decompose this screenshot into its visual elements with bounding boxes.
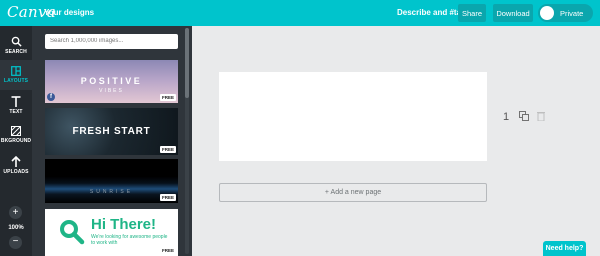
text-icon [11, 95, 21, 107]
free-badge: FREE [159, 194, 176, 201]
add-new-page-button[interactable]: + Add a new page [219, 183, 487, 202]
card-title: SUNRISE [89, 189, 134, 195]
side-rail: SEARCH LAYOUTS TEXT BKGROUND UPLOADS [0, 26, 32, 256]
rail-search-label: SEARCH [5, 48, 27, 55]
copy-page-icon[interactable] [519, 111, 529, 121]
rail-layouts[interactable]: LAYOUTS [0, 60, 32, 90]
panel-scrollbar-thumb[interactable] [185, 28, 189, 98]
zoom-in-button[interactable]: + [9, 206, 22, 219]
card-title: POSITIVE [80, 76, 143, 86]
share-button[interactable]: Share [458, 4, 486, 22]
download-button[interactable]: Download [493, 4, 533, 22]
layout-card-hi-there[interactable]: Hi There! We're looking for awesome peop… [45, 209, 178, 256]
trash-icon[interactable] [537, 111, 545, 121]
card-subtitle: We're looking for awesome people to work… [91, 234, 168, 246]
layout-card-sunrise[interactable]: SUNRISE FREE [45, 159, 178, 203]
layout-card-positive-vibes[interactable]: POSITIVE VIBES f FREE [45, 60, 178, 103]
zoom-level: 100% [8, 225, 24, 231]
rail-layouts-label: LAYOUTS [3, 78, 29, 84]
card-subtitle: VIBES [99, 88, 124, 94]
toggle-knob [540, 6, 554, 20]
free-badge: FREE [159, 94, 176, 101]
upload-arrow-icon [11, 155, 21, 167]
zoom-out-button[interactable]: − [9, 236, 22, 249]
rail-text[interactable]: TEXT [0, 90, 32, 120]
your-designs-link[interactable]: Your designs [44, 8, 94, 17]
card-title: Hi There! [91, 216, 157, 233]
layout-card-fresh-start[interactable]: FRESH START FREE [45, 108, 178, 155]
card-title: FRESH START [72, 126, 151, 137]
rail-background-label: BKGROUND [0, 138, 32, 144]
background-icon [11, 126, 21, 136]
rail-uploads-label: UPLOADS [3, 168, 29, 175]
facebook-icon: f [47, 93, 55, 101]
top-bar: Canva Your designs Describe and #tag Sha… [0, 0, 600, 26]
rail-text-label: TEXT [9, 108, 23, 115]
search-icon [11, 36, 22, 47]
private-label: Private [560, 8, 584, 18]
describe-and-tag-link[interactable]: Describe and #tag [397, 8, 466, 17]
design-page[interactable] [219, 72, 487, 161]
image-search-input[interactable] [45, 34, 178, 49]
free-badge: FREE [159, 146, 176, 153]
magnifier-icon [60, 220, 85, 245]
layouts-icon [11, 66, 21, 76]
rail-search[interactable]: SEARCH [0, 30, 32, 60]
page-number: 1 [503, 111, 510, 123]
private-toggle-button[interactable]: Private [538, 4, 593, 22]
rail-background[interactable]: BKGROUND [0, 120, 32, 150]
need-help-button[interactable]: Need help? [543, 241, 586, 256]
rail-uploads[interactable]: UPLOADS [0, 150, 32, 180]
free-badge: FREE [159, 247, 176, 254]
